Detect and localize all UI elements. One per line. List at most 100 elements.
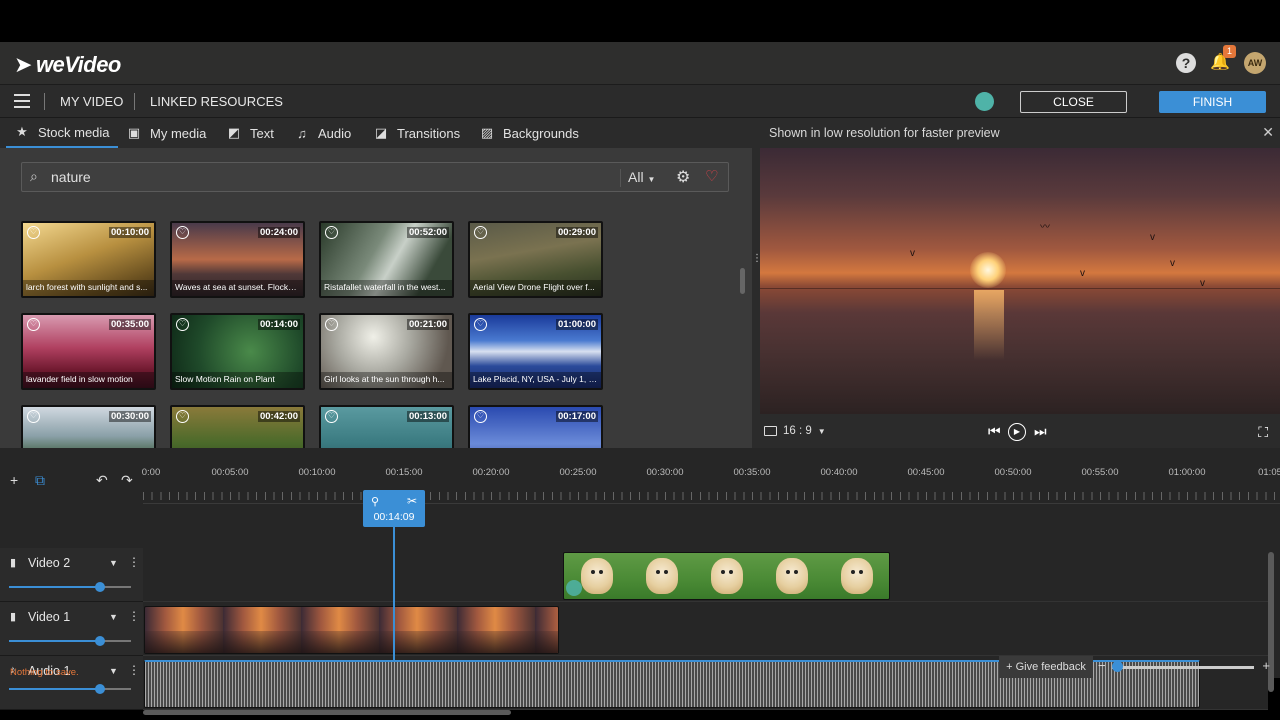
media-thumbnail[interactable]: ♡ 00:30:00 bbox=[21, 405, 156, 448]
tab-backgrounds[interactable]: ▨ Backgrounds bbox=[479, 118, 579, 148]
library-scrollbar[interactable] bbox=[740, 268, 745, 294]
heart-icon[interactable]: ♡ bbox=[27, 410, 40, 423]
filter-dropdown[interactable]: All ▼ bbox=[628, 169, 655, 185]
tick-label: 00:50:00 bbox=[994, 467, 1032, 478]
panel-resize-handle[interactable]: ⋮ bbox=[752, 254, 762, 264]
playhead[interactable]: ⚲ ✂ 00:14:09 bbox=[363, 490, 425, 527]
volume-knob[interactable] bbox=[95, 684, 105, 694]
tab-text[interactable]: ◩ Text bbox=[226, 118, 274, 148]
zoom-knob[interactable] bbox=[1112, 661, 1123, 672]
timeline-ruler[interactable]: 0:00 00:05:00 00:10:00 00:15:00 00:20:00… bbox=[142, 448, 1280, 504]
volume-knob[interactable] bbox=[95, 582, 105, 592]
volume-slider[interactable] bbox=[9, 636, 131, 646]
media-thumbnail[interactable]: ♡ 00:17:00 bbox=[468, 405, 603, 448]
bird: v bbox=[1080, 268, 1085, 279]
dog bbox=[775, 558, 808, 594]
avatar[interactable]: AW bbox=[1244, 52, 1266, 74]
duration-badge: 00:14:00 bbox=[257, 319, 300, 330]
tab-stock-media[interactable]: ★ Stock media bbox=[6, 118, 118, 148]
heart-icon[interactable]: ♡ bbox=[27, 318, 40, 331]
heart-icon[interactable]: ♡ bbox=[27, 226, 40, 239]
linked-resources-link[interactable]: LINKED RESOURCES bbox=[150, 94, 283, 109]
media-thumbnail[interactable]: ♡ 01:00:00 Lake Placid, NY, USA - July 1, … bbox=[468, 313, 603, 390]
caret-down-icon[interactable]: ▼ bbox=[109, 558, 118, 568]
duration-badge: 00:30:00 bbox=[108, 411, 151, 422]
more-options-icon[interactable]: ⋮ bbox=[128, 609, 140, 623]
zoom-track[interactable] bbox=[1112, 666, 1254, 669]
timeline-tools: + ⧉ ↶ ↷ bbox=[0, 448, 143, 504]
more-options-icon[interactable]: ⋮ bbox=[128, 663, 140, 677]
duration-badge: 00:42:00 bbox=[257, 411, 300, 422]
tab-transitions[interactable]: ◪ Transitions bbox=[373, 118, 460, 148]
video-clip-sunset[interactable] bbox=[144, 606, 559, 654]
track-lane-video-1[interactable] bbox=[143, 602, 1268, 656]
bell-icon[interactable]: 🔔 1 bbox=[1210, 45, 1236, 73]
skip-forward-icon[interactable]: ⏭ bbox=[1034, 423, 1047, 440]
snap-icon[interactable]: ⧉ bbox=[35, 472, 45, 489]
hamburger-menu-icon[interactable] bbox=[14, 94, 30, 108]
volume-slider[interactable] bbox=[9, 582, 131, 592]
close-icon[interactable]: ✕ bbox=[1262, 124, 1274, 141]
volume-knob[interactable] bbox=[95, 636, 105, 646]
collaborator-avatar[interactable] bbox=[975, 92, 994, 111]
add-track-icon[interactable]: + bbox=[10, 472, 18, 488]
heart-icon[interactable]: ♡ bbox=[474, 226, 487, 239]
bird: v bbox=[1200, 278, 1205, 289]
volume-fill bbox=[9, 688, 101, 690]
heart-icon[interactable]: ♡ bbox=[176, 226, 189, 239]
finish-button[interactable]: FINISH bbox=[1159, 91, 1266, 113]
media-thumbnail[interactable]: ♡ 00:29:00 Aerial View Drone Flight over f… bbox=[468, 221, 603, 298]
volume-slider[interactable] bbox=[9, 684, 131, 694]
undo-icon[interactable]: ↶ bbox=[96, 472, 108, 489]
timeline-zoom-slider[interactable]: − + bbox=[1098, 658, 1274, 674]
caret-down-icon[interactable]: ▼ bbox=[109, 666, 118, 676]
play-icon[interactable]: ▶ bbox=[1008, 423, 1026, 441]
tab-audio[interactable]: ♫ Audio bbox=[294, 118, 351, 148]
more-options-icon[interactable]: ⋮ bbox=[128, 555, 140, 569]
heart-icon[interactable]: ♡ bbox=[325, 318, 338, 331]
duration-badge: 00:35:00 bbox=[108, 319, 151, 330]
caret-down-icon[interactable]: ▼ bbox=[109, 612, 118, 622]
search-bar: ⌕ All ▼ ⚙ ♡ bbox=[21, 162, 729, 192]
heart-icon[interactable]: ♡ bbox=[474, 410, 487, 423]
sliders-icon[interactable]: ⚙ bbox=[676, 167, 690, 187]
help-icon[interactable]: ? bbox=[1176, 53, 1196, 73]
close-button[interactable]: CLOSE bbox=[1020, 91, 1127, 113]
media-thumbnail[interactable]: ♡ 00:21:00 Girl looks at the sun through h… bbox=[319, 313, 454, 390]
track-lane-video-2[interactable] bbox=[143, 548, 1268, 602]
media-thumbnail[interactable]: ♡ 00:13:00 bbox=[319, 405, 454, 448]
media-thumbnail[interactable]: ♡ 00:14:00 Slow Motion Rain on Plant bbox=[170, 313, 305, 390]
duration-badge: 00:52:00 bbox=[406, 227, 449, 238]
heart-icon[interactable]: ♡ bbox=[176, 410, 189, 423]
zoom-out-icon[interactable]: − bbox=[1098, 658, 1106, 673]
heart-icon[interactable]: ♡ bbox=[325, 410, 338, 423]
logo[interactable]: ➤ weVideo bbox=[14, 52, 121, 78]
notification-badge: 1 bbox=[1223, 45, 1236, 58]
preview-note: Shown in low resolution for faster previ… bbox=[769, 126, 1000, 140]
media-thumbnail[interactable]: ♡ 00:24:00 Waves at sea at sunset. Flocks … bbox=[170, 221, 305, 298]
favorites-heart-icon[interactable]: ♡ bbox=[705, 167, 718, 185]
marker-pin-icon[interactable]: ⚲ bbox=[371, 495, 379, 508]
media-thumbnail[interactable]: ♡ 00:42:00 bbox=[170, 405, 305, 448]
zoom-in-icon[interactable]: + bbox=[1262, 658, 1270, 673]
heart-icon[interactable]: ♡ bbox=[325, 226, 338, 239]
search-input[interactable] bbox=[51, 168, 611, 186]
fullscreen-icon[interactable]: ⛶ bbox=[1258, 424, 1268, 441]
video-clip-dogs[interactable] bbox=[563, 552, 890, 600]
scissors-icon[interactable]: ✂ bbox=[407, 494, 417, 508]
redo-icon[interactable]: ↷ bbox=[121, 472, 133, 489]
timeline-horizontal-scrollbar[interactable] bbox=[143, 710, 511, 715]
heart-icon[interactable]: ♡ bbox=[474, 318, 487, 331]
skip-back-icon[interactable]: ⏮ bbox=[988, 423, 1001, 440]
media-thumbnail[interactable]: ♡ 00:10:00 larch forest with sunlight and … bbox=[21, 221, 156, 298]
preview-video[interactable]: 〰 v v v v v bbox=[760, 148, 1280, 414]
tab-my-media[interactable]: ▣ My media bbox=[126, 118, 207, 148]
tick-label: 00:25:00 bbox=[559, 467, 597, 478]
aspect-ratio-dropdown[interactable]: 16 : 9 ▼ bbox=[764, 425, 826, 437]
media-thumbnail[interactable]: ♡ 00:35:00 lavander field in slow motion bbox=[21, 313, 156, 390]
tick-label: 00:15:00 bbox=[385, 467, 423, 478]
heart-icon[interactable]: ♡ bbox=[176, 318, 189, 331]
give-feedback-button[interactable]: + Give feedback bbox=[999, 656, 1093, 678]
media-thumbnail[interactable]: ♡ 00:52:00 Ristafallet waterfall in the we… bbox=[319, 221, 454, 298]
my-video-link[interactable]: MY VIDEO bbox=[60, 94, 123, 109]
